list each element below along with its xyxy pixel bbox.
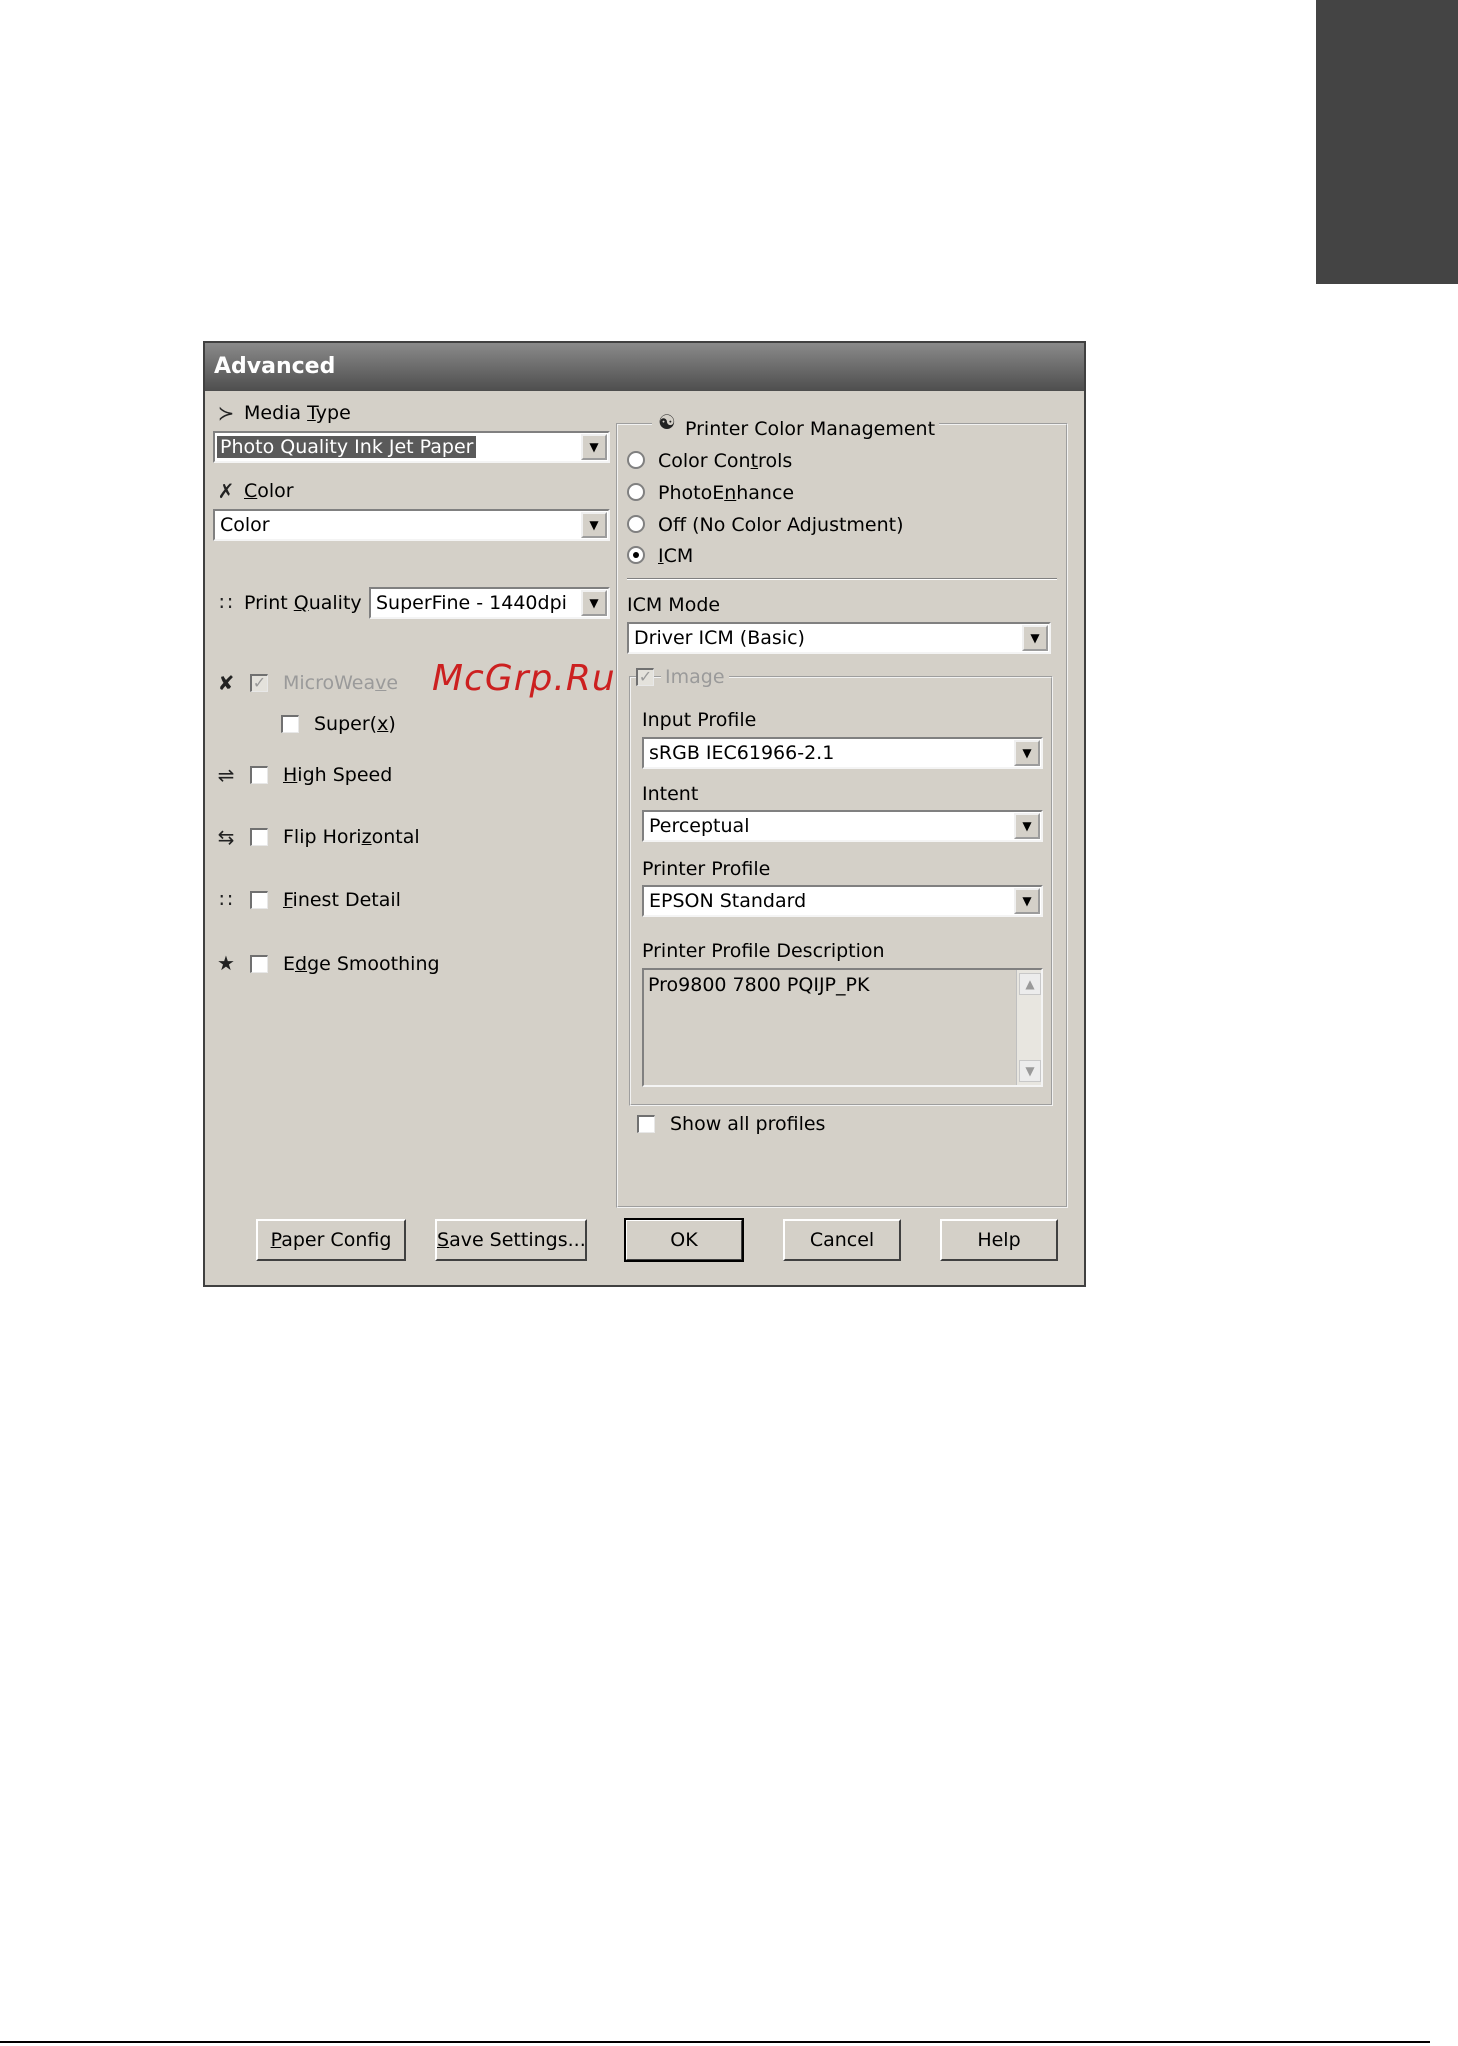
finest-detail-checkbox[interactable] (250, 891, 268, 909)
scroll-down-icon[interactable]: ▼ (1019, 1060, 1041, 1082)
chevron-down-icon[interactable]: ▼ (581, 590, 607, 616)
chevron-down-icon[interactable]: ▼ (1014, 740, 1040, 766)
chevron-down-icon[interactable]: ▼ (1014, 888, 1040, 914)
media-type-select[interactable]: Photo Quality Ink Jet Paper ▼ (213, 431, 610, 463)
color-icon: ✗ (217, 479, 235, 503)
chevron-down-icon[interactable]: ▼ (581, 512, 607, 538)
separator (627, 578, 1057, 580)
chevron-down-icon[interactable]: ▼ (581, 434, 607, 460)
image-label: Image (661, 665, 729, 689)
media-type-label: Media Type (244, 402, 351, 424)
dialog-title: Advanced (205, 343, 1084, 391)
footer-rule (0, 2041, 1430, 2043)
high-speed-checkbox[interactable] (250, 766, 268, 784)
input-profile-select[interactable]: sRGB IEC61966-2.1 ▼ (642, 737, 1043, 769)
media-type-icon: ≻ (217, 401, 235, 425)
high-speed-icon: ⇌ (217, 763, 235, 787)
show-all-profiles-label: Show all profiles (670, 1113, 826, 1135)
super-label: Super(x) (314, 713, 396, 735)
ok-button[interactable]: OK (624, 1218, 744, 1262)
description-scrollbar[interactable]: ▲ ▼ (1016, 970, 1041, 1085)
microweave-icon: ✘ (217, 671, 235, 695)
high-speed-label: High Speed (283, 764, 393, 786)
printer-profile-description-box[interactable]: Pro9800 7800 PQIJP_PK ▲ ▼ (642, 968, 1043, 1087)
print-quality-icon: ∷ (219, 591, 233, 615)
color-label: Color (244, 480, 294, 502)
show-all-profiles-checkbox[interactable] (637, 1115, 655, 1133)
radio-photoenhance[interactable] (627, 483, 645, 501)
radio-color-controls[interactable] (627, 451, 645, 469)
image-checkbox[interactable]: ✓ (636, 668, 654, 686)
flip-horizontal-icon: ⇆ (217, 825, 235, 849)
color-controls-label: Color Controls (658, 450, 793, 472)
printer-profile-select[interactable]: EPSON Standard ▼ (642, 885, 1043, 917)
page-corner-tab (1316, 0, 1458, 284)
printer-profile-label: Printer Profile (642, 858, 771, 880)
microweave-label: MicroWeave (283, 672, 399, 694)
chevron-down-icon[interactable]: ▼ (1022, 625, 1048, 651)
finest-detail-icon: ∷ (219, 888, 233, 912)
advanced-dialog: Advanced ≻ Media Type Photo Quality Ink … (203, 341, 1086, 1287)
super-checkbox[interactable] (281, 715, 299, 733)
printer-profile-description-text: Pro9800 7800 PQIJP_PK (648, 974, 870, 996)
icm-mode-label: ICM Mode (627, 594, 721, 616)
edge-smoothing-label: Edge Smoothing (283, 953, 440, 975)
flip-horizontal-label: Flip Horizontal (283, 826, 420, 848)
edge-smoothing-icon: ★ (217, 951, 235, 975)
color-management-title: Printer Color Management (681, 417, 940, 441)
flip-horizontal-checkbox[interactable] (250, 828, 268, 846)
color-select[interactable]: Color ▼ (213, 509, 610, 541)
save-settings-button[interactable]: Save Settings... (435, 1219, 587, 1261)
paper-config-button[interactable]: Paper Config (256, 1219, 406, 1261)
icm-label: ICM (658, 545, 694, 567)
radio-icm[interactable] (627, 546, 645, 564)
finest-detail-label: Finest Detail (283, 889, 401, 911)
print-quality-label: Print Quality (244, 592, 362, 614)
chevron-down-icon[interactable]: ▼ (1014, 813, 1040, 839)
cancel-button[interactable]: Cancel (783, 1219, 901, 1261)
photoenhance-label: PhotoEnhance (658, 482, 795, 504)
print-quality-select[interactable]: SuperFine - 1440dpi ▼ (369, 587, 610, 619)
edge-smoothing-checkbox[interactable] (250, 955, 268, 973)
intent-label: Intent (642, 783, 699, 805)
radio-off-no-color-adjustment[interactable] (627, 515, 645, 533)
off-no-color-adjustment-label: Off (No Color Adjustment) (658, 514, 904, 536)
microweave-checkbox[interactable]: ✓ (250, 674, 268, 692)
scroll-up-icon[interactable]: ▲ (1019, 973, 1041, 995)
help-button[interactable]: Help (940, 1219, 1058, 1261)
intent-select[interactable]: Perceptual ▼ (642, 810, 1043, 842)
color-management-icon: ☯ (652, 408, 682, 436)
watermark-text: McGrp.Ru (432, 658, 616, 699)
icm-mode-select[interactable]: Driver ICM (Basic) ▼ (627, 622, 1051, 654)
input-profile-label: Input Profile (642, 709, 757, 731)
printer-profile-description-label: Printer Profile Description (642, 940, 885, 962)
